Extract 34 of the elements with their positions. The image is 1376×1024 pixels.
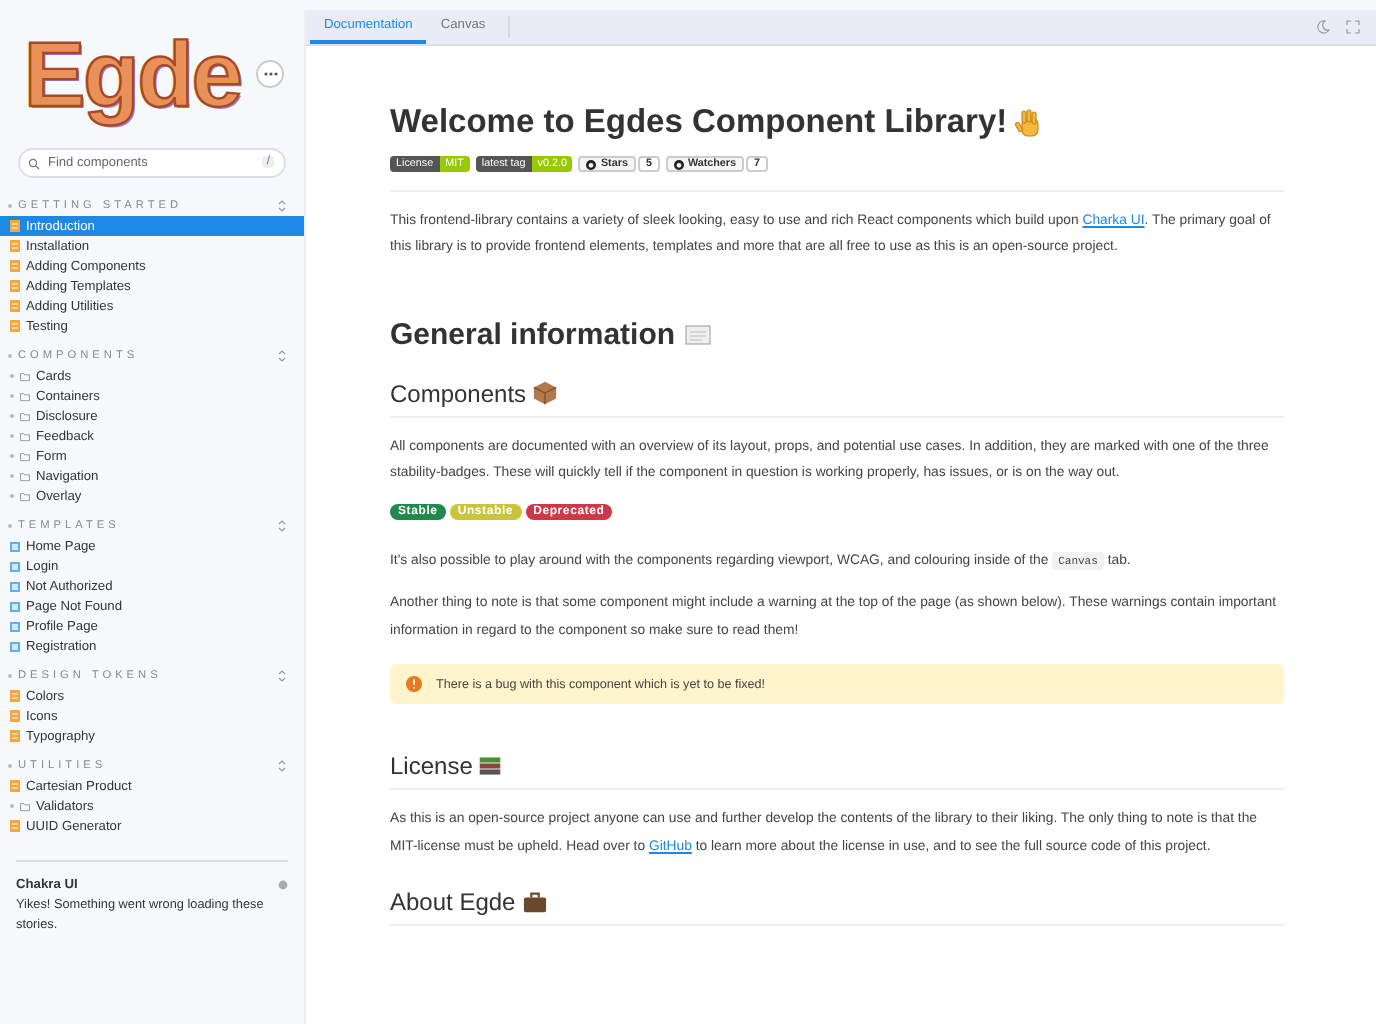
fullscreen-icon[interactable] bbox=[1346, 20, 1360, 34]
page-icon bbox=[683, 320, 712, 349]
moon-icon[interactable] bbox=[1316, 20, 1330, 34]
more-button[interactable] bbox=[256, 60, 284, 88]
document-icon bbox=[10, 260, 20, 272]
document-icon bbox=[10, 730, 20, 742]
expand-collapse-icon[interactable] bbox=[278, 520, 286, 532]
document-icon bbox=[10, 710, 20, 722]
status-dot-icon bbox=[278, 880, 288, 890]
subsection-heading: About Egde bbox=[390, 888, 516, 917]
document-icon bbox=[10, 780, 20, 792]
subsection-heading: License bbox=[390, 752, 473, 781]
warning-icon bbox=[406, 676, 422, 693]
books-icon bbox=[478, 754, 503, 779]
page-title: Welcome to Egdes Component Library! bbox=[390, 104, 1008, 142]
github-icon bbox=[586, 159, 597, 169]
document-icon bbox=[10, 320, 20, 332]
github-icon bbox=[673, 159, 684, 169]
section-heading: General information bbox=[390, 317, 676, 352]
search-icon bbox=[28, 157, 40, 169]
expand-collapse-icon[interactable] bbox=[278, 670, 286, 682]
expand-collapse-icon[interactable] bbox=[278, 200, 286, 212]
document-icon bbox=[10, 280, 20, 292]
package-icon bbox=[532, 380, 559, 407]
document-icon bbox=[10, 240, 20, 252]
subsection-heading: Components bbox=[390, 379, 527, 408]
briefcase-icon bbox=[521, 890, 548, 915]
document-icon bbox=[10, 690, 20, 702]
expand-collapse-icon[interactable] bbox=[278, 350, 286, 362]
document-icon bbox=[10, 300, 20, 312]
document-icon bbox=[10, 220, 20, 232]
folder-icon bbox=[20, 801, 30, 811]
document-icon bbox=[10, 820, 20, 832]
expand-collapse-icon[interactable] bbox=[278, 760, 286, 772]
